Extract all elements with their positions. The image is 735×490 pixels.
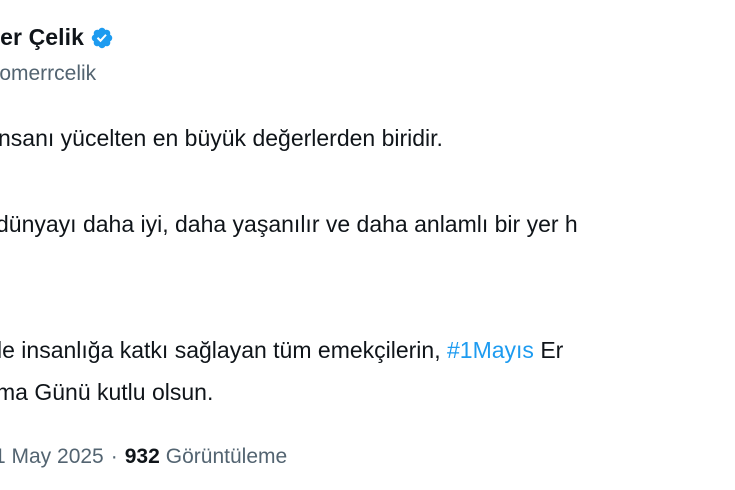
tweet-text-line-3: le insanlığa katkı sağlayan tüm emekçile… [0,336,563,364]
tweet-text-line-1: nsanı yücelten en büyük değerlerden biri… [0,125,443,151]
views-label: Görüntüleme [165,445,288,468]
tweet-card: ner Çelik @omerrcelik nsanı yücelten en … [0,0,735,490]
tweet-text-line-2: dünyayı daha iyi, daha yaşanılır ve daha… [0,211,578,237]
hashtag-link[interactable]: #1Mayıs [447,337,534,363]
tweet-text-line-4: ma Günü kutlu olsun. [0,379,214,405]
tweet-meta-row: 1 May 2025 · 932 Görüntüleme [0,445,287,469]
tweet-date[interactable]: 1 May 2025 [0,445,104,469]
meta-separator: · [110,445,118,468]
author-name-row[interactable]: ner Çelik [0,24,114,51]
author-handle[interactable]: @omerrcelik [0,62,96,86]
tweet-text-line-3-suffix: Er [533,337,564,363]
author-handle-text: omerrcelik [0,62,97,85]
author-name[interactable]: ner Çelik [0,24,84,51]
verified-badge-icon [91,27,113,48]
views-count: 932 [124,445,160,468]
tweet-text-line-3-prefix: le insanlığa katkı sağlayan tüm emekçile… [0,337,447,363]
